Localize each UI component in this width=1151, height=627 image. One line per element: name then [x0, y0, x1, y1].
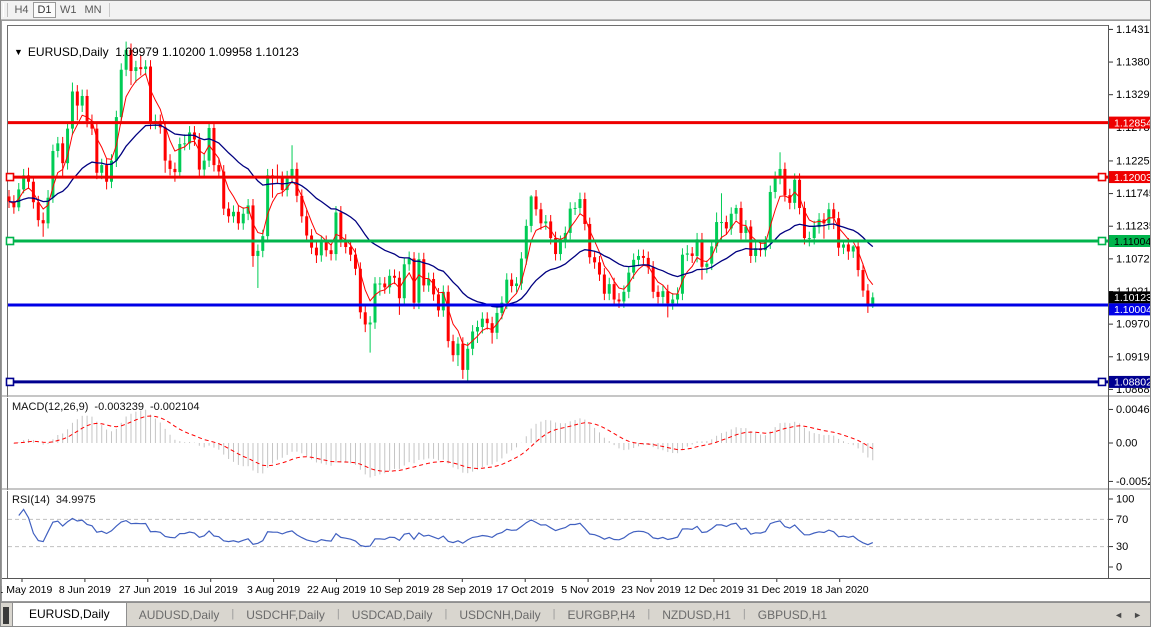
chart-canvas[interactable]: 1.143101.138001.132901.127801.122551.117… [1, 20, 1151, 602]
ma-slow-line [8, 124, 874, 308]
chart-tab-eurusd[interactable]: EURUSD,Daily [12, 602, 127, 626]
price-axis-label: 1.12255 [1116, 155, 1151, 167]
price-badge: 1.12854 [1114, 117, 1151, 129]
rsi-panel: 100 70 30 0 [8, 494, 1134, 574]
time-axis-label: 3 Aug 2019 [247, 584, 300, 596]
time-axis-label: 27 Jun 2019 [119, 584, 177, 596]
toolbar-separator [108, 3, 110, 17]
hline-handle[interactable] [5, 377, 15, 387]
rsi-axis-label: 30 [1116, 541, 1128, 553]
time-axis-label: 31 Dec 2019 [747, 584, 807, 596]
time-axis-label: 28 Sep 2019 [433, 584, 493, 596]
time-axis[interactable]: 21 May 2019 8 Jun 2019 27 Jun 2019 16 Jul 2… [1, 579, 869, 596]
rsi-axis-label: 0 [1116, 562, 1122, 574]
timeframe-button-mn[interactable]: MN [81, 2, 106, 18]
tab-scroll-left-icon[interactable]: ◄ [1114, 610, 1123, 620]
time-axis-label: 18 Jan 2020 [811, 584, 869, 596]
chart-tabs: EURUSD,Daily AUDUSD,Daily | USDCHF,Daily | US… [12, 602, 839, 626]
macd-panel: 0.00463 0.00 -0.005299 [13, 404, 1151, 488]
mt4-window: H4D1W1MN 1.143101.138001.132901.127801.1… [0, 0, 1151, 627]
rsi-label: RSI(14) 34.9975 [12, 494, 102, 506]
timeframe-button-d1[interactable]: D1 [33, 2, 56, 18]
tab-scroll-arrows: ◄ ► [1114, 603, 1150, 626]
timeframe-button-h4[interactable]: H4 [10, 2, 33, 18]
time-axis-label: 16 Jul 2019 [184, 584, 238, 596]
toolbar-grip[interactable] [3, 3, 8, 17]
chart-tab-usdcnh[interactable]: USDCNH,Daily [447, 604, 552, 626]
chart-tab-gbpusd[interactable]: GBPUSD,H1 [746, 604, 839, 626]
time-axis-label: 23 Nov 2019 [621, 584, 681, 596]
timeframe-button-w1[interactable]: W1 [56, 2, 81, 18]
horizontal-level-lines [5, 121, 1108, 387]
rsi-axis-label: 70 [1116, 514, 1128, 526]
chart-tab-usdchf[interactable]: USDCHF,Daily [234, 604, 337, 626]
chart-tabbar: EURUSD,Daily AUDUSD,Daily | USDCHF,Daily | US… [1, 602, 1150, 626]
chart-tab-audusd[interactable]: AUDUSD,Daily [127, 604, 232, 626]
chart-tab-nzdusd[interactable]: NZDUSD,H1 [650, 604, 743, 626]
price-badge: 1.12003 [1114, 172, 1151, 184]
time-axis-label: 8 Jun 2019 [59, 584, 111, 596]
panel-frames [1, 20, 1150, 602]
chart-title-ohlc: 1.09979 1.10200 1.09958 1.10123 [115, 45, 299, 59]
macd-axis-label: 0.00463 [1116, 404, 1151, 416]
rsi-name: RSI(14) [12, 494, 50, 506]
timeframe-toolbar: H4 D1 W1 MN [1, 1, 1150, 20]
macd-name: MACD(12,26,9) [12, 401, 89, 413]
price-axis-label: 1.11235 [1116, 221, 1151, 233]
macd-value-signal: -0.002104 [149, 401, 200, 413]
price-axis-label: 1.13290 [1116, 89, 1151, 101]
time-axis-label: 22 Aug 2019 [307, 584, 366, 596]
price-axis-label: 1.09195 [1116, 351, 1151, 363]
macd-value-main: -0.003239 [94, 401, 144, 413]
hline-handle[interactable] [5, 236, 15, 246]
time-axis-label: 5 Nov 2019 [561, 584, 615, 596]
price-axis-label: 1.14310 [1116, 24, 1151, 36]
price-badge: 1.10123 [1114, 292, 1151, 304]
chart-tab-eurgbp[interactable]: EURGBP,H4 [556, 604, 648, 626]
price-badge: 1.11004 [1114, 236, 1151, 248]
rsi-value: 34.9975 [55, 494, 96, 506]
tab-scroll-right-icon[interactable]: ► [1133, 610, 1142, 620]
chart-title: ▼ EURUSD,Daily 1.09979 1.10200 1.09958 1.… [14, 45, 299, 59]
rsi-line [18, 508, 874, 548]
rsi-axis-label: 100 [1116, 494, 1134, 506]
time-axis-label: 17 Oct 2019 [497, 584, 554, 596]
time-axis-label: 12 Dec 2019 [684, 584, 744, 596]
time-axis-label: 10 Sep 2019 [370, 584, 430, 596]
macd-axis-label: 0.00 [1116, 438, 1137, 450]
price-axis-label: 1.13800 [1116, 57, 1151, 69]
hline-handle[interactable] [1097, 172, 1107, 182]
tabbar-grip[interactable] [3, 607, 9, 624]
price-badge: 1.10004 [1114, 304, 1151, 316]
chart-title-symbol: EURUSD,Daily [27, 45, 109, 59]
macd-label: MACD(12,26,9) -0.003239 -0.002104 [12, 401, 206, 413]
time-axis-label: 21 May 2019 [1, 584, 53, 596]
price-axis-label: 1.11745 [1116, 188, 1151, 200]
hline-handle[interactable] [1097, 377, 1107, 387]
timeframe-buttons: H4 D1 W1 MN [10, 1, 106, 19]
price-badge: 1.08802 [1114, 377, 1151, 389]
chart-area: 1.143101.138001.132901.127801.122551.117… [1, 20, 1151, 602]
symbol-dropdown-icon[interactable]: ▼ [14, 47, 23, 57]
hline-handle[interactable] [5, 172, 15, 182]
candlesticks [7, 41, 875, 383]
hline-handle[interactable] [1097, 236, 1107, 246]
chart-tab-usdcad[interactable]: USDCAD,Daily [340, 604, 445, 626]
price-axis-label: 1.09705 [1116, 319, 1151, 331]
macd-axis-label: -0.005299 [1116, 476, 1151, 488]
price-axis[interactable]: 1.143101.138001.132901.127801.122551.117… [1109, 24, 1151, 396]
price-axis-label: 1.10725 [1116, 253, 1151, 265]
